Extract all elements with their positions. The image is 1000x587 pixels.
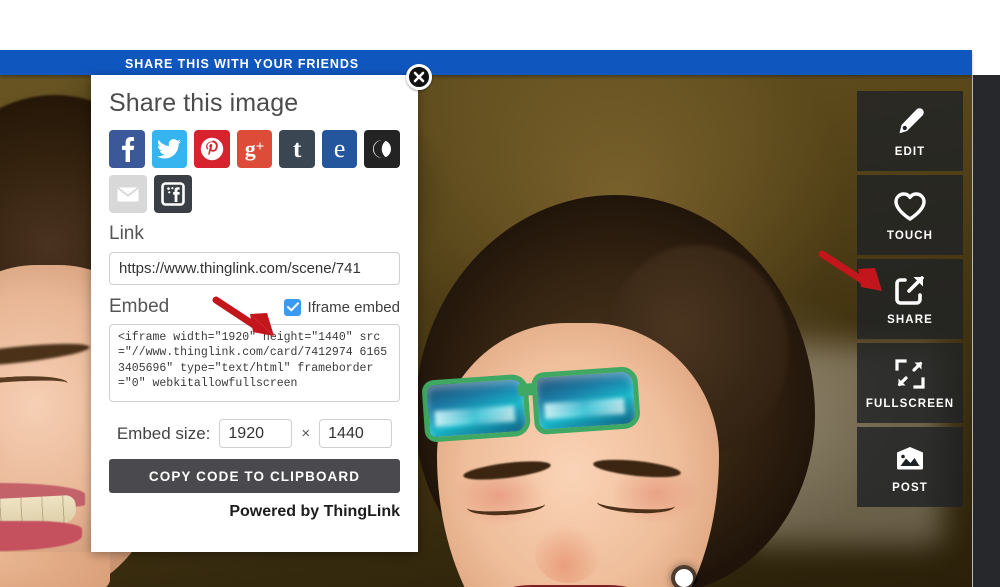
tool-rail: EDIT TOUCH SHARE FULLSCREEN POST [857, 91, 963, 511]
rail-label-edit: EDIT [894, 146, 926, 158]
embed-height-input[interactable] [319, 419, 393, 448]
embed-label: Embed [109, 296, 170, 317]
powered-by-label: Powered by ThingLink [229, 503, 400, 520]
google-plus-share-button[interactable]: g+ [236, 130, 273, 168]
link-label: Link [109, 223, 144, 244]
rail-label-share: SHARE [887, 314, 933, 326]
share-arrow-icon [893, 272, 927, 308]
share-dialog: Share this image g+ t e Link https://www… [91, 75, 418, 552]
pencil-icon [893, 104, 927, 140]
rail-button-post[interactable]: POST [857, 427, 963, 507]
embed-width-input[interactable] [219, 419, 293, 448]
thinglink-tag-dot[interactable] [675, 569, 693, 587]
social-buttons-row-1: g+ t e [109, 130, 401, 168]
facebook-share-button[interactable] [109, 130, 145, 168]
rail-label-touch: TOUCH [886, 230, 934, 242]
share-ribbon-title: SHARE THIS WITH YOUR FRIENDS [125, 57, 360, 71]
rail-button-touch[interactable]: TOUCH [857, 175, 963, 255]
close-icon[interactable] [406, 64, 432, 90]
iframe-embed-checkbox[interactable]: Iframe embed [284, 298, 400, 316]
dialog-title: Share this image [109, 89, 299, 117]
tumblr-share-button[interactable]: t [279, 130, 315, 168]
rail-button-edit[interactable]: EDIT [857, 91, 963, 171]
rail-label-fullscreen: FULLSCREEN [865, 398, 955, 410]
photo-icon [893, 440, 927, 476]
expand-icon [895, 356, 925, 392]
embed-header: Embed Iframe embed [109, 296, 400, 318]
embed-size-label: Embed size: [116, 423, 211, 443]
social-buttons-row-2 [109, 175, 400, 213]
photo-subject-center [415, 195, 815, 587]
embed-code-textarea[interactable] [109, 324, 400, 402]
pinterest-share-button[interactable] [194, 130, 230, 168]
edublogs-share-button[interactable] [364, 130, 401, 168]
rail-button-share[interactable]: SHARE [857, 259, 963, 339]
freckle-share-button[interactable] [154, 175, 192, 213]
email-share-button[interactable] [109, 175, 147, 213]
rail-button-fullscreen[interactable]: FULLSCREEN [857, 343, 963, 423]
embed-size-separator: × [301, 425, 311, 442]
checkbox-checked-icon[interactable] [284, 298, 302, 316]
link-input[interactable] [109, 252, 400, 285]
embed-size-row: Embed size: × [109, 419, 400, 448]
right-gutter [972, 75, 1000, 587]
twitter-share-button[interactable] [151, 130, 188, 168]
iframe-embed-label: Iframe embed [307, 298, 400, 316]
copy-code-button[interactable]: COPY CODE TO CLIPBOARD [109, 459, 400, 493]
heart-icon [893, 188, 927, 224]
edmodo-share-button[interactable]: e [321, 130, 358, 168]
rail-label-post: POST [892, 482, 928, 494]
app-root: SHARE THIS WITH YOUR FRIENDS Share this … [0, 0, 1000, 587]
